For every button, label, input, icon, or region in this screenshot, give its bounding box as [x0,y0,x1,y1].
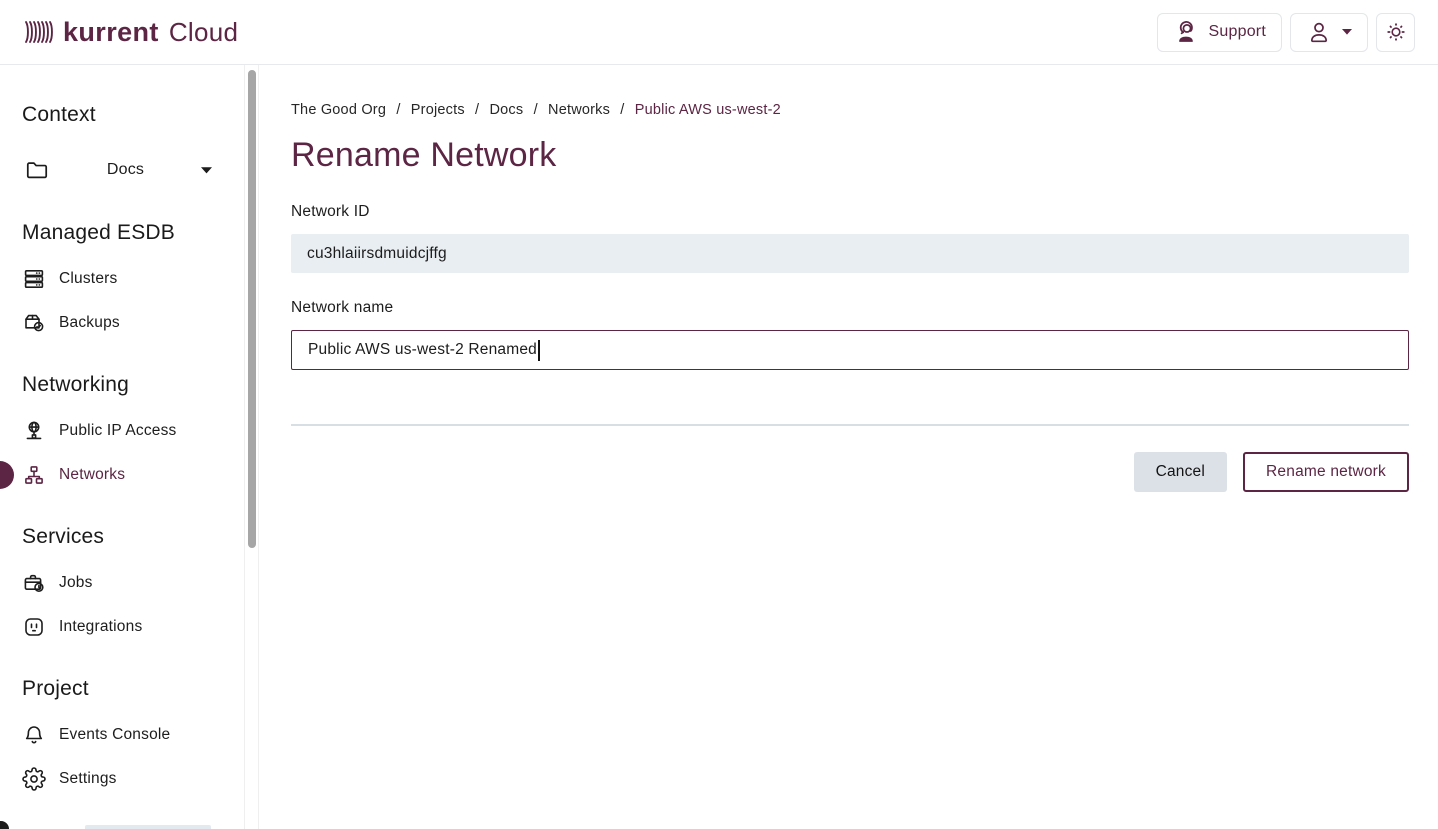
gear-icon [22,767,46,791]
sidebar-item-label: Backups [59,314,120,332]
breadcrumb-separator: / [620,102,624,118]
breadcrumb-separator: / [396,102,400,118]
kurrent-waves-logo-icon [23,17,55,47]
sidebar-section-managed-esdb: Managed ESDB [22,221,222,335]
app-header: kurrent Cloud Support [0,0,1438,65]
user-icon [1306,19,1332,45]
breadcrumb-item-docs[interactable]: Docs [489,102,523,118]
breadcrumb-item-networks[interactable]: Networks [548,102,610,118]
sidebar: Context Docs Managed ESDB [0,65,244,829]
user-menu-button[interactable] [1290,13,1368,52]
sidebar-item-settings[interactable]: Settings [22,767,222,791]
breadcrumb-separator: / [534,102,538,118]
sidebar-item-networks[interactable]: Networks [22,463,222,487]
breadcrumb: The Good Org / Projects / Docs / Network… [291,102,1409,118]
text-cursor [538,340,540,361]
sidebar-item-label: Public IP Access [59,422,177,440]
breadcrumb-separator: / [475,102,479,118]
sidebar-item-label: Jobs [59,574,93,592]
form-actions: Cancel Rename network [291,452,1409,492]
brand-suffix: Cloud [169,19,238,45]
sidebar-scrollbar-track [244,65,259,829]
page-title: Rename Network [291,133,1409,177]
breadcrumb-current: Public AWS us-west-2 [635,102,781,118]
public-ip-globe-icon [22,419,46,443]
headset-person-icon [1173,19,1199,45]
breadcrumb-item-projects[interactable]: Projects [411,102,465,118]
sidebar-item-label: Networks [59,466,125,484]
network-name-input[interactable]: Public AWS us-west-2 Renamed [291,330,1409,370]
support-button-label: Support [1209,23,1266,41]
sidebar-heading: Managed ESDB [22,221,222,245]
network-id-label: Network ID [291,203,1409,221]
sidebar-item-public-ip-access[interactable]: Public IP Access [22,419,222,443]
network-hierarchy-icon [22,463,46,487]
sidebar-heading: Networking [22,373,222,397]
sidebar-item-label: Integrations [59,618,142,636]
network-id-field: cu3hlaiirsdmuidcjffg [291,234,1409,273]
breadcrumb-item-org[interactable]: The Good Org [291,102,386,118]
bell-icon [22,723,46,747]
network-name-label: Network name [291,299,1409,317]
content-divider [291,424,1409,426]
sidebar-item-label: Events Console [59,726,170,744]
rename-network-button[interactable]: Rename network [1243,452,1409,492]
brand-logo[interactable]: kurrent Cloud [23,17,238,47]
sidebar-item-backups[interactable]: Backups [22,311,222,335]
sidebar-scrollbar-thumb[interactable] [248,70,256,548]
sidebar-item-integrations[interactable]: Integrations [22,615,222,639]
briefcase-clock-icon [22,571,46,595]
main-content: The Good Org / Projects / Docs / Network… [259,65,1438,829]
backups-icon [22,311,46,335]
sidebar-section-services: Services Jobs [22,525,222,639]
chevron-down-icon [201,167,212,174]
cancel-button[interactable]: Cancel [1134,452,1227,492]
sidebar-item-clusters[interactable]: Clusters [22,267,222,291]
theme-toggle-button[interactable] [1376,13,1415,52]
clusters-icon [22,267,46,291]
sidebar-cutoff-element [85,825,211,829]
support-button[interactable]: Support [1157,13,1282,52]
sidebar-heading: Project [22,677,222,701]
sun-icon [1384,20,1408,44]
sidebar-heading-context: Context [22,103,222,127]
context-selector[interactable]: Docs [24,157,212,183]
network-name-value: Public AWS us-west-2 Renamed [308,341,537,359]
outlet-icon [22,615,46,639]
sidebar-item-events-console[interactable]: Events Console [22,723,222,747]
sidebar-section-project: Project Events Console [22,677,222,791]
folder-icon [24,157,50,183]
brand-name: kurrent [63,19,159,46]
context-selector-value: Docs [50,161,201,179]
sidebar-section-networking: Networking Public IP Access [22,373,222,487]
sidebar-heading: Services [22,525,222,549]
sidebar-item-label: Clusters [59,270,117,288]
sidebar-cutoff-icon-fragment [0,821,9,829]
sidebar-item-label: Settings [59,770,117,788]
chevron-down-icon [1342,29,1352,35]
sidebar-item-jobs[interactable]: Jobs [22,571,222,595]
active-item-marker [0,461,14,489]
network-id-value: cu3hlaiirsdmuidcjffg [307,245,447,263]
